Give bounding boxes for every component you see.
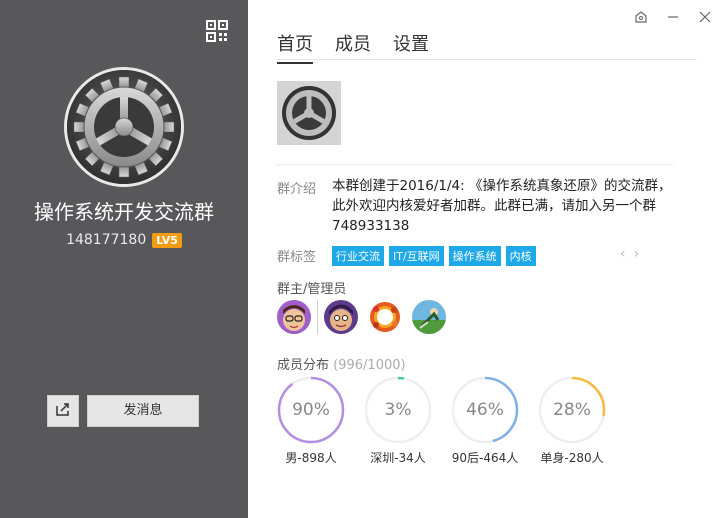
admins-label: 群主/管理员 xyxy=(277,282,347,297)
tags-label: 群标签 xyxy=(277,250,317,265)
tag-arrows: ‹ › xyxy=(620,246,639,262)
stat-percent: 90% xyxy=(292,400,330,420)
admin-avatar[interactable] xyxy=(324,300,358,334)
skin-icon[interactable] xyxy=(634,10,648,24)
tag-list: 行业交流 IT/互联网 操作系统 内核 xyxy=(332,246,536,266)
tag-item[interactable]: IT/互联网 xyxy=(389,246,444,266)
stat-location[interactable]: 3% 深圳-34人 xyxy=(364,376,432,466)
stat-label: 单身-280人 xyxy=(540,451,604,465)
minimize-icon[interactable] xyxy=(666,10,680,24)
intro-label: 群介绍 xyxy=(277,182,317,197)
stat-label: 深圳-34人 xyxy=(370,451,426,465)
distribution-label: 成员分布 (996/1000) xyxy=(277,354,406,373)
group-id: 148177180 xyxy=(66,232,147,248)
admin-avatar[interactable] xyxy=(368,300,402,334)
member-count: (996/1000) xyxy=(333,358,406,373)
stat-percent: 3% xyxy=(384,400,412,420)
stat-ring: 90% xyxy=(277,376,345,444)
qr-code-icon[interactable] xyxy=(206,20,228,42)
distribution-title: 成员分布 xyxy=(277,358,330,373)
chevron-right-icon[interactable]: › xyxy=(634,246,640,262)
admin-avatar[interactable] xyxy=(412,300,446,334)
owner-avatar[interactable] xyxy=(277,300,311,334)
stat-percent: 28% xyxy=(553,400,591,420)
stat-age[interactable]: 46% 90后-464人 xyxy=(451,376,519,466)
group-id-row: 148177180 LV5 xyxy=(0,232,248,248)
group-photo-thumbnail[interactable] xyxy=(277,81,341,145)
share-button[interactable] xyxy=(47,395,79,427)
tag-item[interactable]: 内核 xyxy=(505,246,536,266)
stat-ring: 46% xyxy=(451,376,519,444)
group-name: 操作系统开发交流群 xyxy=(34,200,214,224)
stat-label: 90后-464人 xyxy=(451,451,519,465)
send-message-button[interactable]: 发消息 xyxy=(87,395,199,427)
stat-label: 男-898人 xyxy=(285,451,337,465)
tag-item[interactable]: 操作系统 xyxy=(448,246,501,266)
level-badge: LV5 xyxy=(152,232,182,248)
stat-ring: 3% xyxy=(364,376,432,444)
left-panel: 操作系统开发交流群 148177180 LV5 发消息 xyxy=(0,0,248,518)
stat-percent: 46% xyxy=(466,400,504,420)
admin-separator xyxy=(317,300,318,334)
section-divider xyxy=(277,164,673,165)
window-controls xyxy=(634,10,712,24)
chevron-left-icon[interactable]: ‹ xyxy=(620,246,626,262)
distribution-stats: 90% 男-898人 3% 深圳-34人 46% 90后-464人 28% 单身… xyxy=(277,376,606,466)
share-icon xyxy=(55,401,71,421)
tag-item[interactable]: 行业交流 xyxy=(332,246,384,266)
stat-ring: 28% xyxy=(538,376,606,444)
stat-single[interactable]: 28% 单身-280人 xyxy=(538,376,606,466)
intro-text: 本群创建于2016/1/4: 《操作系统真象还原》的交流群，此外欢迎内核爱好者加… xyxy=(332,178,672,234)
stat-gender[interactable]: 90% 男-898人 xyxy=(277,376,345,466)
tab-underline-divider xyxy=(277,59,697,60)
admin-list xyxy=(277,300,456,334)
close-icon[interactable] xyxy=(698,10,712,24)
group-avatar xyxy=(64,67,184,187)
